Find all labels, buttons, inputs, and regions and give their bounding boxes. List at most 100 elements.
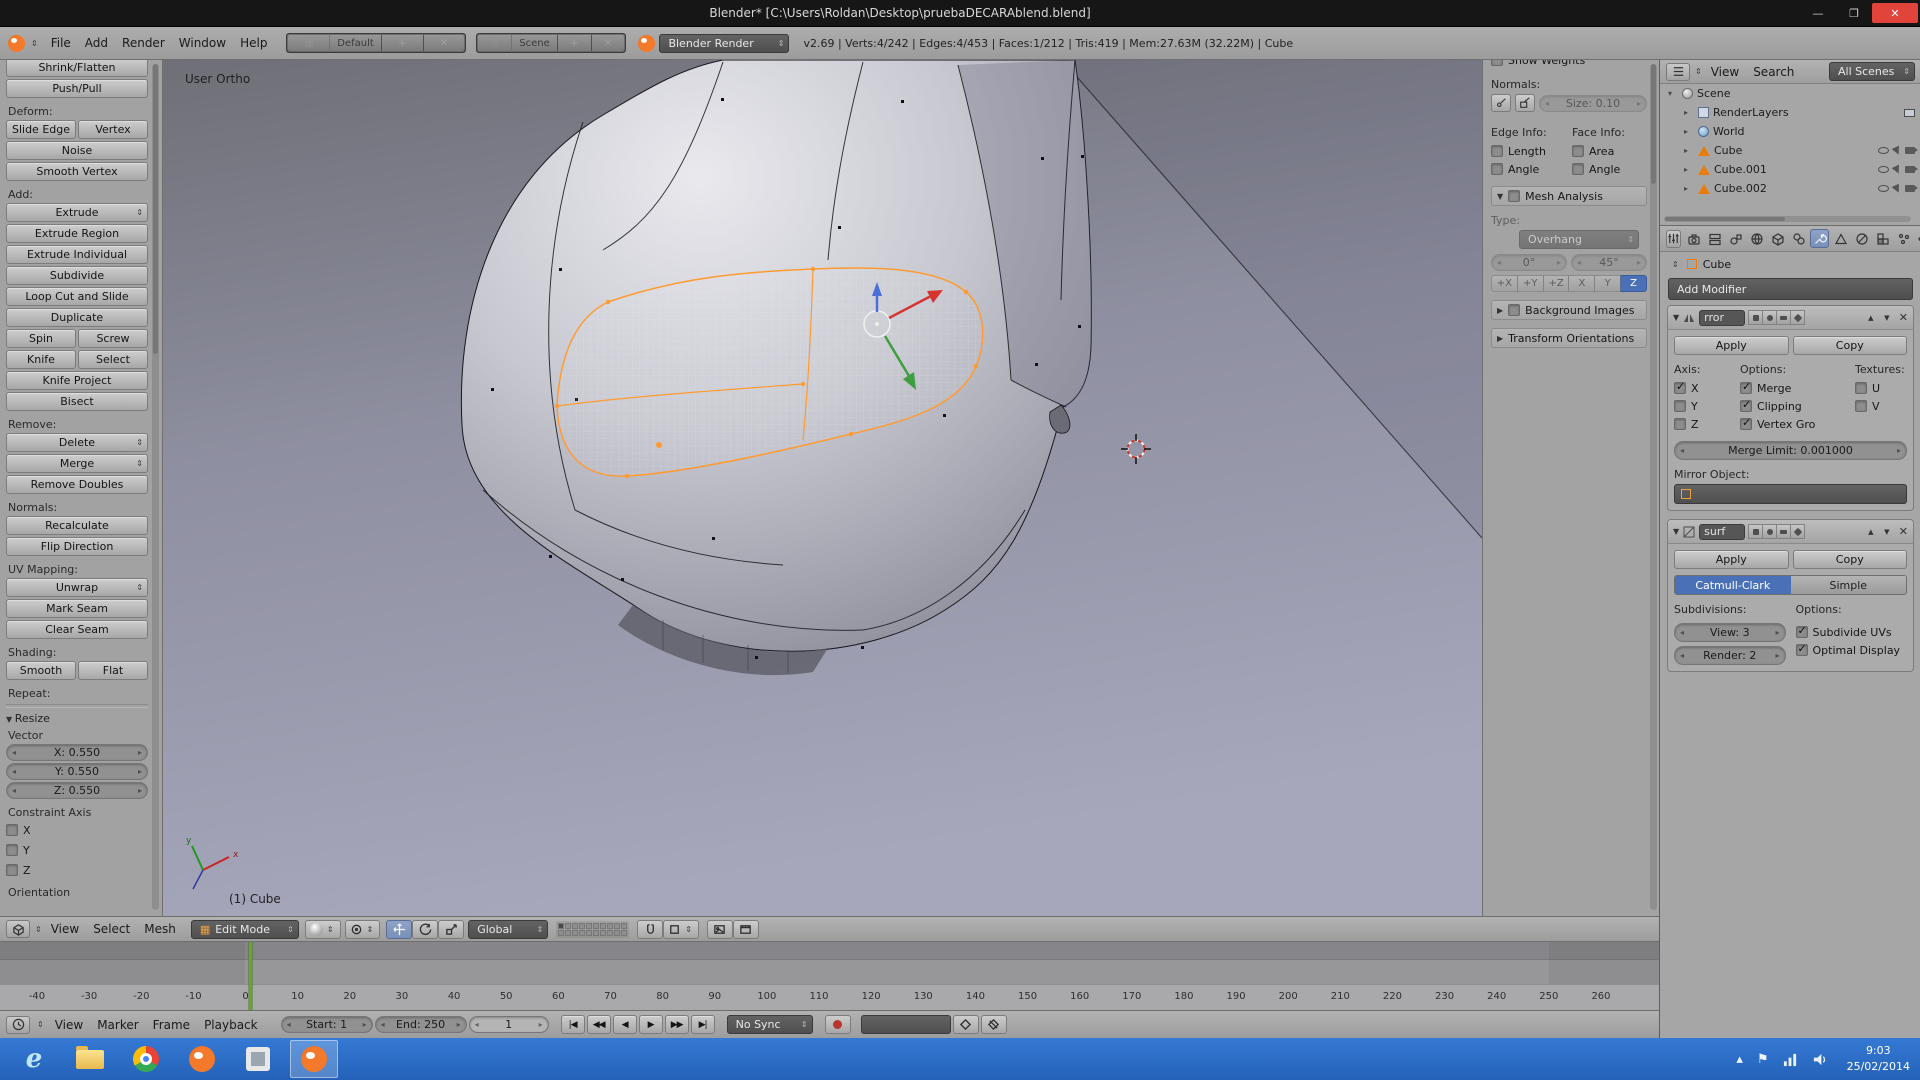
- clock[interactable]: 9:03 25/02/2014: [1847, 1043, 1910, 1075]
- taskbar-app-image-app[interactable]: [234, 1040, 282, 1078]
- insert-keyframe-button[interactable]: [953, 1015, 979, 1034]
- tool-button-vertex[interactable]: Vertex: [78, 120, 148, 139]
- play-button[interactable]: ▶: [639, 1015, 663, 1034]
- mirror-texture-u[interactable]: U: [1855, 379, 1907, 397]
- tool-button-slide-edge[interactable]: Slide Edge: [6, 120, 76, 139]
- cursor-icon[interactable]: [1892, 145, 1903, 156]
- menu-render[interactable]: Render: [115, 36, 172, 50]
- eye-icon[interactable]: [1878, 166, 1889, 173]
- constraint-axis-z[interactable]: Z: [6, 861, 148, 879]
- subsurf-apply-button[interactable]: Apply: [1674, 550, 1789, 569]
- constraint-axis-x[interactable]: X: [6, 821, 148, 839]
- analysis-axis-z[interactable]: Z: [1620, 275, 1647, 292]
- mirror-axis-checkbox[interactable]: [1674, 400, 1686, 412]
- outliner-menu-view[interactable]: View: [1704, 65, 1746, 79]
- timeline-menu-marker[interactable]: Marker: [90, 1018, 145, 1032]
- scene-value[interactable]: Scene: [511, 34, 558, 52]
- properties-tab-material[interactable]: [1852, 229, 1871, 248]
- modifier-move-down-icon[interactable]: ▼: [1881, 528, 1893, 536]
- edge-info-checkbox[interactable]: [1491, 145, 1503, 157]
- tool-shelf-divider[interactable]: [6, 704, 148, 708]
- face-normals-toggle[interactable]: [1515, 94, 1535, 112]
- tool-button-flat[interactable]: Flat: [78, 661, 148, 680]
- timeline-editor[interactable]: -40-30-20-100102030405060708090100110120…: [0, 941, 1659, 1010]
- outliner-filter-dropdown[interactable]: All Scenes: [1829, 62, 1915, 81]
- cursor-icon[interactable]: [1892, 164, 1903, 175]
- analysis-axis-x[interactable]: X: [1568, 275, 1595, 292]
- normals-size-field[interactable]: Size: 0.10: [1539, 95, 1647, 112]
- analysis-axis-y[interactable]: Y: [1594, 275, 1621, 292]
- properties-tab-scene[interactable]: [1726, 229, 1745, 248]
- subsurf-modifier-display-toggles[interactable]: [1749, 524, 1805, 539]
- tool-button-unwrap[interactable]: Unwrap: [6, 578, 148, 597]
- tool-button-noise[interactable]: Noise: [6, 141, 148, 160]
- tool-button-extrude-region[interactable]: Extrude Region: [6, 224, 148, 243]
- render-engine-dropdown[interactable]: Blender Render: [659, 34, 789, 53]
- frame-start-field[interactable]: Start: 1: [281, 1016, 373, 1033]
- transform-orientations-panel-header[interactable]: ▶ Transform Orientations: [1491, 328, 1647, 348]
- tool-button-delete[interactable]: Delete: [6, 433, 148, 452]
- analysis-axis-plus-z[interactable]: +Z: [1543, 275, 1570, 292]
- n-panel-scrollbar[interactable]: [1650, 64, 1657, 910]
- subsurf-option-checkbox[interactable]: [1796, 626, 1808, 638]
- viewport-menu-view[interactable]: View: [44, 922, 86, 936]
- timeline-editor-type-button[interactable]: [6, 1016, 30, 1034]
- analysis-type-dropdown[interactable]: Overhang: [1519, 230, 1639, 249]
- face-info-area[interactable]: Area: [1572, 142, 1647, 160]
- mirror-modifier-display-toggles[interactable]: [1749, 310, 1805, 325]
- properties-tab-render[interactable]: [1684, 229, 1703, 248]
- tool-button-smooth[interactable]: Smooth: [6, 661, 76, 680]
- constraint-axis-checkbox[interactable]: [6, 844, 18, 856]
- vertex-normals-toggle[interactable]: [1491, 94, 1511, 112]
- menu-file[interactable]: File: [44, 36, 78, 50]
- menu-add[interactable]: Add: [78, 36, 115, 50]
- mirror-texture-checkbox[interactable]: [1855, 382, 1867, 394]
- outliner-editor-type-button[interactable]: [1666, 63, 1690, 81]
- mirror-axis-checkbox[interactable]: [1674, 382, 1686, 394]
- mirror-modifier-header[interactable]: ▼ rror ▲ ▼ ✕: [1668, 306, 1913, 330]
- eye-icon[interactable]: [1878, 185, 1889, 192]
- header-collapse-icon[interactable]: ⇕: [33, 925, 44, 934]
- tool-button-spin[interactable]: Spin: [6, 329, 76, 348]
- modifier-delete-icon[interactable]: ✕: [1899, 311, 1908, 324]
- outliner-scrollbar[interactable]: [1664, 216, 1911, 222]
- camera-icon[interactable]: [1905, 166, 1915, 173]
- disclosure-icon[interactable]: ▸: [1684, 127, 1694, 136]
- record-button[interactable]: [825, 1015, 851, 1034]
- mirror-option-clipping[interactable]: Clipping: [1740, 397, 1851, 415]
- modifier-move-down-icon[interactable]: ▼: [1881, 314, 1893, 322]
- frame-end-field[interactable]: End: 250: [375, 1016, 467, 1033]
- resize-field-x[interactable]: X: 0.550: [6, 744, 148, 761]
- mirror-axis-y[interactable]: Y: [1674, 397, 1736, 415]
- close-button[interactable]: ✕: [1872, 3, 1918, 23]
- subsurf-copy-button[interactable]: Copy: [1793, 550, 1908, 569]
- properties-tab-object[interactable]: [1768, 229, 1787, 248]
- editor-type-button[interactable]: [6, 920, 30, 938]
- layers-widget[interactable]: [556, 921, 629, 938]
- outliner-row-cube-002[interactable]: ▸Cube.002: [1660, 179, 1920, 198]
- tool-button-clear-seam[interactable]: Clear Seam: [6, 620, 148, 639]
- tool-button-knife[interactable]: Knife: [6, 350, 76, 369]
- manipulator-scale-toggle[interactable]: [438, 920, 464, 939]
- face-info-angle[interactable]: Angle: [1572, 160, 1647, 178]
- add-modifier-dropdown[interactable]: Add Modifier: [1668, 278, 1913, 300]
- snap-magnet-toggle[interactable]: [637, 920, 663, 939]
- mirror-copy-button[interactable]: Copy: [1793, 336, 1908, 355]
- timeline-menu-playback[interactable]: Playback: [197, 1018, 265, 1032]
- image-icon[interactable]: [1904, 109, 1915, 117]
- subsurf-option-subdivide-uvs[interactable]: Subdivide UVs: [1796, 623, 1908, 641]
- tool-button-remove-doubles[interactable]: Remove Doubles: [6, 475, 148, 494]
- mirror-apply-button[interactable]: Apply: [1674, 336, 1789, 355]
- cursor-icon[interactable]: [1892, 183, 1903, 194]
- tool-button-subdivide[interactable]: Subdivide: [6, 266, 148, 285]
- outliner-row-cube-001[interactable]: ▸Cube.001: [1660, 160, 1920, 179]
- analysis-axis-plus-y[interactable]: +Y: [1517, 275, 1544, 292]
- tool-button-smooth-vertex[interactable]: Smooth Vertex: [6, 162, 148, 181]
- next-keyframe-button[interactable]: ▶▶: [665, 1015, 689, 1034]
- outliner-row-renderlayers[interactable]: ▸RenderLayers: [1660, 103, 1920, 122]
- mode-dropdown[interactable]: ▦ Edit Mode: [191, 920, 299, 939]
- face-info-checkbox[interactable]: [1572, 145, 1584, 157]
- tool-button-select[interactable]: Select: [78, 350, 148, 369]
- prev-keyframe-button[interactable]: ◀◀: [587, 1015, 611, 1034]
- tool-button-extrude-individual[interactable]: Extrude Individual: [6, 245, 148, 264]
